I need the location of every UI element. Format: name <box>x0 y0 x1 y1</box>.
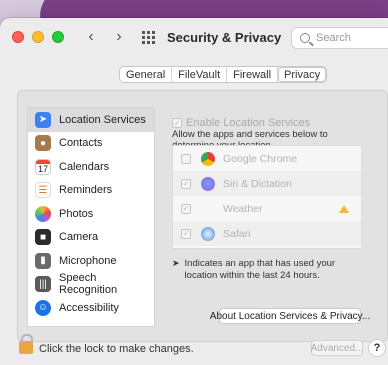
tab-filevault[interactable]: FileVault <box>172 67 228 82</box>
sidebar-item-reminders[interactable]: ☰ Reminders <box>28 179 154 203</box>
sidebar-item-label: Contacts <box>59 137 103 150</box>
chrome-icon <box>201 151 215 166</box>
sidebar-item-microphone[interactable]: ▮ Microphone <box>28 249 154 273</box>
contacts-icon: ● <box>35 135 51 152</box>
app-row-siri-dictation[interactable]: ✓ Siri & Dictation <box>173 171 361 196</box>
sidebar-item-label: Location Services <box>59 113 146 126</box>
tab-firewall[interactable]: Firewall <box>227 67 279 82</box>
location-arrow-icon: ➤ <box>172 258 180 268</box>
location-services-pane: ✓ Enable Location Services Allow the app… <box>162 107 371 327</box>
search-icon <box>300 33 310 43</box>
enable-location-services[interactable]: ✓ Enable Location Services <box>172 117 310 129</box>
advanced-button[interactable]: Advanced... <box>311 340 363 356</box>
app-name: Siri & Dictation <box>223 177 292 190</box>
tab-privacy[interactable]: Privacy <box>278 67 327 82</box>
sidebar-item-label: Photos <box>59 207 94 220</box>
app-row-weather[interactable]: ✓ Weather <box>173 196 361 221</box>
camera-icon: ■ <box>35 229 51 246</box>
siri-icon <box>201 176 215 191</box>
back-button[interactable]: ‹ <box>84 28 98 46</box>
tab-bar: General FileVault Firewall Privacy <box>119 66 328 83</box>
app-checkbox[interactable]: ✓ <box>181 228 191 239</box>
sidebar-item-label: Reminders <box>59 184 113 197</box>
location-usage-note: ➤ Indicates an app that has used your lo… <box>172 258 367 283</box>
reminders-icon: ☰ <box>35 182 51 199</box>
calendar-day: 17 <box>37 163 48 174</box>
lock-icon[interactable] <box>19 334 33 354</box>
location-app-list: Google Chrome ✓ Siri & Dictation ✓ Weath… <box>172 145 362 249</box>
calendar-icon: 17 <box>35 158 51 175</box>
sidebar-item-speech-recognition[interactable]: ||| Speech Recognition <box>28 272 154 297</box>
search-field[interactable]: Search <box>291 27 388 49</box>
sidebar-item-camera[interactable]: ■ Camera <box>28 226 154 250</box>
navigation-buttons: ‹ › <box>84 28 126 46</box>
about-location-services-button[interactable]: About Location Services & Privacy... <box>210 308 370 324</box>
sidebar-item-calendars[interactable]: 17 Calendars <box>28 155 154 179</box>
sidebar-item-label: Calendars <box>59 160 110 173</box>
safari-icon <box>201 226 215 241</box>
sidebar-item-photos[interactable]: Photos <box>28 202 154 226</box>
sidebar-item-label: Speech Recognition <box>59 272 118 297</box>
enable-location-label: Enable Location Services <box>186 117 311 129</box>
privacy-category-list: ➤ Location Services ● Contacts 17 Calend… <box>27 107 155 327</box>
title-bar: ‹ › Security & Privacy Search <box>0 18 388 56</box>
window-controls <box>12 31 64 43</box>
close-window-button[interactable] <box>12 31 24 43</box>
sidebar-item-label: Accessibility <box>59 301 119 314</box>
show-all-grid-icon[interactable] <box>142 30 155 44</box>
note-text: Indicates an app that has used your loca… <box>184 258 336 282</box>
window-title: Security & Privacy <box>167 29 282 45</box>
app-row-safari[interactable]: ✓ Safari <box>173 221 361 246</box>
app-name: Google Chrome <box>223 152 298 165</box>
tab-general[interactable]: General <box>120 67 173 82</box>
location-arrow-icon: ➤ <box>35 111 51 128</box>
sidebar-item-label: Camera <box>59 231 99 244</box>
sidebar-item-accessibility[interactable]: ☺ Accessibility <box>28 296 154 320</box>
microphone-icon: ▮ <box>35 252 51 269</box>
search-placeholder: Search <box>316 32 351 44</box>
speech-recognition-icon: ||| <box>35 276 51 293</box>
sidebar-item-location-services[interactable]: ➤ Location Services <box>28 108 154 132</box>
app-checkbox[interactable] <box>181 153 191 164</box>
app-checkbox[interactable]: ✓ <box>181 178 191 189</box>
lock-text: Click the lock to make changes. <box>39 343 194 355</box>
weather-icon <box>201 202 215 216</box>
accessibility-icon: ☺ <box>35 299 51 316</box>
enable-location-checkbox[interactable]: ✓ <box>172 118 182 128</box>
recent-location-warning-icon <box>339 204 349 213</box>
app-name: Weather <box>223 202 263 215</box>
window-footer: Click the lock to make changes. Advanced… <box>0 334 388 365</box>
help-button[interactable]: ? <box>368 339 386 357</box>
minimize-window-button[interactable] <box>32 31 44 43</box>
sidebar-item-label: Microphone <box>59 254 117 267</box>
preferences-window: ‹ › Security & Privacy Search General Fi… <box>0 18 388 365</box>
app-checkbox[interactable]: ✓ <box>181 203 191 214</box>
zoom-window-button[interactable] <box>52 31 64 43</box>
app-row-google-chrome[interactable]: Google Chrome <box>173 146 361 171</box>
forward-button[interactable]: › <box>112 28 126 46</box>
photos-icon <box>35 205 51 222</box>
app-name: Safari <box>223 227 251 240</box>
sidebar-item-contacts[interactable]: ● Contacts <box>28 132 154 156</box>
